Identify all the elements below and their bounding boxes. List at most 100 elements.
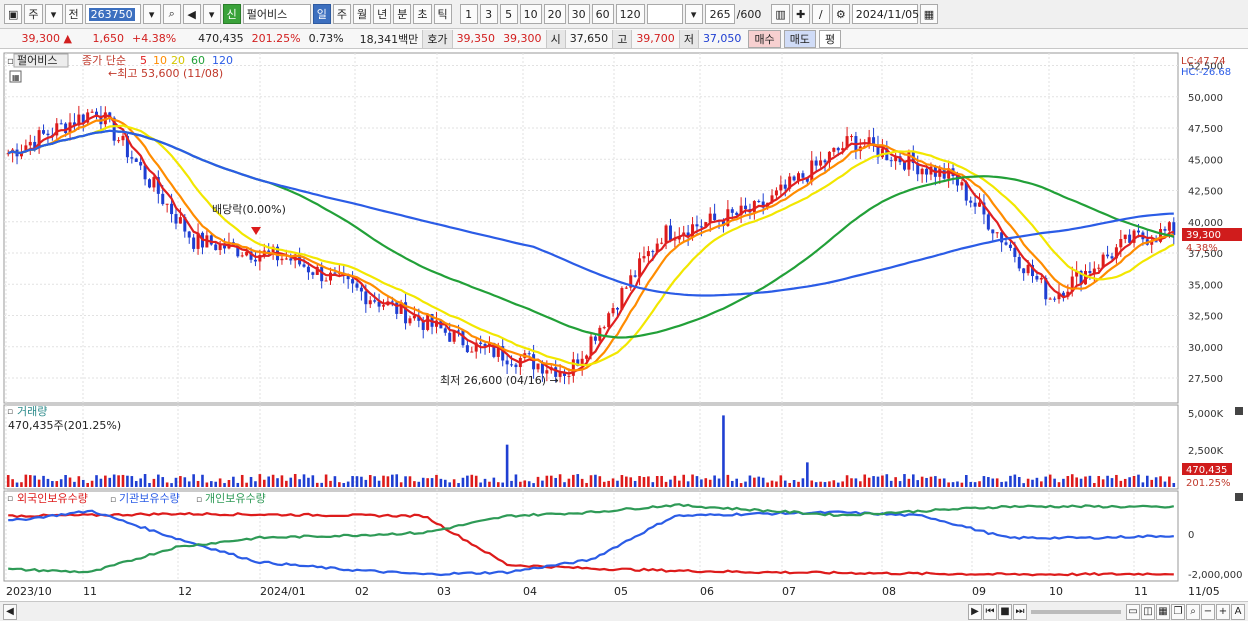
layout-icon[interactable]: ▭ xyxy=(1126,603,1140,620)
zoom-slider[interactable] xyxy=(1031,609,1121,614)
zoom-icon[interactable]: ⌕ xyxy=(1186,603,1200,620)
search-icon[interactable]: ⌕ xyxy=(162,4,181,24)
interval-20[interactable]: 20 xyxy=(543,4,566,24)
stock-code-input[interactable]: 263750 xyxy=(84,4,141,24)
volume-bar xyxy=(625,476,628,487)
volume-bar xyxy=(775,481,778,487)
chevron-down-icon[interactable]: ▾ xyxy=(44,4,63,24)
volume-bar xyxy=(174,477,178,487)
date-input[interactable]: 2024/11/05 xyxy=(851,4,919,24)
interval-10[interactable]: 10 xyxy=(519,4,542,24)
x-tick-label: 10 xyxy=(1049,585,1063,598)
candle-body xyxy=(713,213,717,221)
volume-close-icon[interactable] xyxy=(1235,407,1243,415)
tab-year[interactable]: 년 xyxy=(373,4,392,24)
volume-bar xyxy=(828,481,831,487)
volume-bar xyxy=(1106,475,1109,487)
candle-body xyxy=(311,272,315,275)
chart-window-icon[interactable]: ▣ xyxy=(4,4,23,24)
volume-bar xyxy=(642,477,646,487)
volume-bar xyxy=(1062,478,1065,487)
copy-icon[interactable]: ❐ xyxy=(1171,603,1185,620)
x-tick-label: 04 xyxy=(523,585,537,598)
evaluate-button[interactable]: 평 xyxy=(818,29,842,48)
first-page-icon[interactable]: ⏮ xyxy=(983,603,997,620)
volume-bar xyxy=(444,479,447,487)
grid-toggle-glyph: ▦ xyxy=(12,73,20,82)
individual-holding-title: 개인보유수량 xyxy=(205,492,266,505)
holding-dot-3: ▫ xyxy=(196,495,202,505)
volume-bar xyxy=(942,478,946,487)
tab-week[interactable]: 주 xyxy=(332,4,352,24)
candle-body xyxy=(1097,267,1101,269)
candle-body xyxy=(510,364,514,366)
tab-second[interactable]: 초 xyxy=(413,4,432,24)
holding-dot-2: ▫ xyxy=(110,495,116,505)
ma-legend-120[interactable]: 120 xyxy=(212,54,233,67)
ma-legend-20[interactable]: 20 xyxy=(171,54,185,67)
volume-bar xyxy=(730,480,734,487)
plus-icon[interactable]: + xyxy=(1216,603,1230,620)
volume-bar xyxy=(399,482,403,487)
volume-bar xyxy=(11,479,14,487)
code-dropdown-icon[interactable]: ▾ xyxy=(142,4,161,24)
interval-120[interactable]: 120 xyxy=(615,4,645,24)
volume-bar xyxy=(311,475,315,487)
interval-3[interactable]: 3 xyxy=(479,4,498,24)
tab-day[interactable]: 일 xyxy=(312,4,331,24)
tab-tick[interactable]: 틱 xyxy=(433,4,452,24)
candle-body xyxy=(90,111,94,113)
scroll-left-icon[interactable]: ◀ xyxy=(3,603,17,620)
x-tick-label: 06 xyxy=(700,585,714,598)
stock-name-field[interactable]: 펄어비스 xyxy=(242,4,311,24)
candle-body xyxy=(351,279,355,284)
sell-button[interactable]: 매도 xyxy=(783,29,816,48)
ma-legend-60[interactable]: 60 xyxy=(191,54,205,67)
count-input[interactable]: 265 xyxy=(704,4,735,24)
bottom-scrollbar[interactable]: ◀ ▶ ⏮ ■ ⏭ ▭ ◫ ▦ ❐ ⌕ − + A xyxy=(0,601,1248,621)
font-size-icon[interactable]: A xyxy=(1231,603,1245,620)
prev-button[interactable]: 전 xyxy=(64,4,83,24)
buy-button[interactable]: 매수 xyxy=(748,29,781,48)
x-tick-label: 2023/10 xyxy=(6,585,52,598)
custom-interval-input[interactable] xyxy=(646,4,683,24)
minus-icon[interactable]: − xyxy=(1201,603,1215,620)
volume-bar xyxy=(104,475,107,487)
speaker-icon[interactable]: ◀ xyxy=(182,4,201,24)
holding-close-icon[interactable] xyxy=(1235,493,1243,501)
settings-icon[interactable]: ⚙ xyxy=(831,4,850,24)
volume-bar xyxy=(1168,476,1171,487)
stop-icon[interactable]: ■ xyxy=(998,603,1012,620)
volume-bar xyxy=(1137,474,1140,487)
volume-bar xyxy=(377,480,381,487)
interval-30[interactable]: 30 xyxy=(567,4,590,24)
last-page-icon[interactable]: ⏭ xyxy=(1013,603,1027,620)
volume-bar xyxy=(1017,477,1021,487)
grid-icon[interactable]: ▦ xyxy=(1156,603,1170,620)
draw-line-icon[interactable]: ∕ xyxy=(811,4,830,24)
volume-bar xyxy=(889,480,893,487)
calendar-icon[interactable]: ▦ xyxy=(919,4,939,24)
tab-minute[interactable]: 분 xyxy=(393,4,412,24)
volume-bar xyxy=(360,476,363,487)
scroll-right-icon[interactable]: ▶ xyxy=(968,603,982,620)
candle-body xyxy=(1004,242,1008,245)
candle-body xyxy=(880,148,884,158)
split-icon[interactable]: ◫ xyxy=(1141,603,1155,620)
volume-bar xyxy=(245,482,248,487)
chevron-down-icon[interactable]: ▾ xyxy=(684,4,703,24)
volume-bar xyxy=(421,477,425,487)
candle-body xyxy=(1013,247,1017,257)
crosshair-icon[interactable]: ✚ xyxy=(791,4,810,24)
ma-legend-10[interactable]: 10 xyxy=(153,54,167,67)
stock-chart[interactable]: 2023/10 11 12 2024/01 02 03 04 05 06 07 08 09 10 11 11… xyxy=(0,50,1248,601)
candle-body xyxy=(1053,298,1057,300)
tab-month[interactable]: 월 xyxy=(353,4,372,24)
interval-60[interactable]: 60 xyxy=(591,4,614,24)
chevron-down-icon[interactable]: ▾ xyxy=(202,4,221,24)
candle-icon[interactable]: ▥ xyxy=(771,4,790,24)
interval-1[interactable]: 1 xyxy=(459,4,478,24)
ma-legend-5[interactable]: 5 xyxy=(140,54,147,67)
interval-5[interactable]: 5 xyxy=(499,4,518,24)
period-main-button[interactable]: 주 xyxy=(24,4,43,24)
